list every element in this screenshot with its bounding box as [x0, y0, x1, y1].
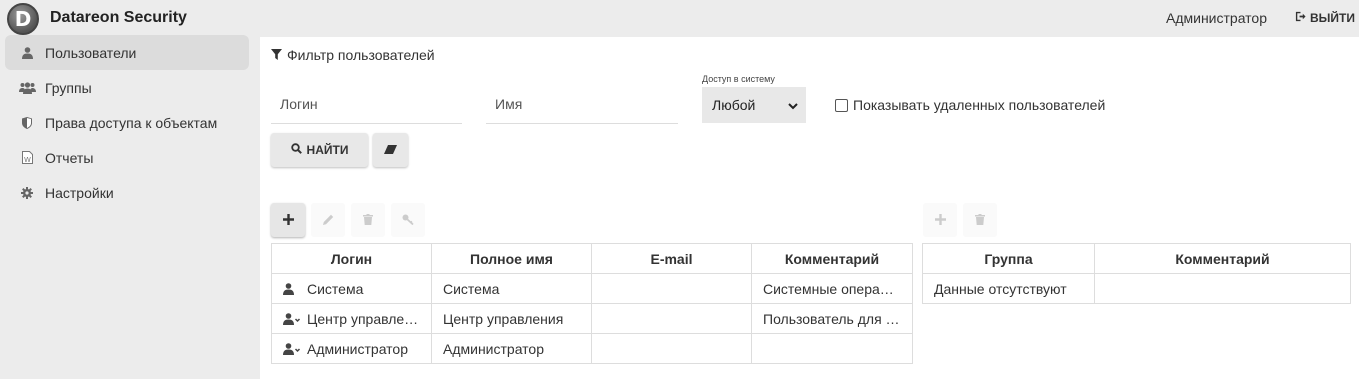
- access-select[interactable]: Любой: [702, 87, 806, 123]
- current-user[interactable]: Администратор: [1166, 10, 1267, 26]
- table-row: Данные отсутствуют: [922, 273, 1351, 304]
- chevron-down-icon: [788, 97, 798, 113]
- filter-icon: [271, 47, 282, 63]
- comment-cell[interactable]: Пользователь для …: [751, 303, 913, 334]
- sidebar-item-access-rights[interactable]: Права доступа к объектам: [5, 105, 249, 140]
- trash-icon: [363, 212, 373, 228]
- column-header-email[interactable]: E-mail: [591, 243, 752, 274]
- sidebar-item-groups[interactable]: Группы: [5, 70, 249, 105]
- login-input[interactable]: Логин: [271, 84, 462, 124]
- name-input[interactable]: Имя: [486, 84, 678, 124]
- add-user-button[interactable]: [271, 203, 305, 237]
- document-icon: W: [18, 151, 36, 164]
- logout-button[interactable]: ВЫЙТИ: [1295, 11, 1355, 25]
- top-bar: D Datareon Security Администратор ВЫЙТИ: [0, 0, 1359, 35]
- gear-icon: [18, 186, 36, 199]
- user-password-button[interactable]: [391, 203, 425, 237]
- sidebar: Пользователи Группы Права доступа к объе…: [0, 35, 258, 379]
- logout-label: ВЫЙТИ: [1310, 11, 1355, 25]
- comment-cell[interactable]: [751, 333, 913, 364]
- empty-cell: [1094, 273, 1351, 304]
- show-deleted-label: Показывать удаленных пользователей: [853, 97, 1106, 113]
- find-button[interactable]: НАЙТИ: [271, 133, 368, 167]
- table-row[interactable]: Центр управле… Центр управления Пользова…: [271, 303, 913, 334]
- user-icon: [283, 282, 301, 295]
- full-name-cell[interactable]: Центр управления: [431, 303, 592, 334]
- sidebar-item-label: Настройки: [45, 184, 114, 201]
- sidebar-item-label: Пользователи: [45, 44, 137, 61]
- comment-cell[interactable]: Системные операц…: [751, 273, 913, 304]
- filter-title: Фильтр пользователей: [271, 47, 435, 63]
- plus-icon: [934, 212, 946, 228]
- login-value: Администратор: [307, 340, 409, 357]
- remove-group-button[interactable]: [963, 203, 997, 237]
- email-cell[interactable]: [591, 273, 752, 304]
- column-header-comment[interactable]: Комментарий: [751, 243, 913, 274]
- logout-icon: [1295, 11, 1306, 25]
- table-row[interactable]: Система Система Системные операц…: [271, 273, 913, 304]
- sidebar-item-users[interactable]: Пользователи: [5, 35, 249, 70]
- empty-state-text: Данные отсутствуют: [922, 273, 1095, 304]
- plus-icon: [282, 212, 294, 228]
- main-panel: Фильтр пользователей Логин Имя Доступ в …: [260, 37, 1359, 379]
- edit-user-button[interactable]: [311, 203, 345, 237]
- email-cell[interactable]: [591, 333, 752, 364]
- login-cell[interactable]: Система: [271, 273, 432, 304]
- users-icon: [18, 81, 36, 94]
- sidebar-item-label: Отчеты: [45, 149, 94, 166]
- sidebar-item-reports[interactable]: W Отчеты: [5, 140, 249, 175]
- sidebar-item-settings[interactable]: Настройки: [5, 175, 249, 210]
- login-cell[interactable]: Центр управле…: [271, 303, 432, 334]
- groups-table: Группа Комментарий Данные отсутствуют: [922, 243, 1351, 304]
- find-button-label: НАЙТИ: [306, 143, 349, 157]
- full-name-cell[interactable]: Система: [431, 273, 592, 304]
- app-title: Datareon Security: [50, 9, 187, 26]
- user-expand-icon[interactable]: [283, 312, 301, 325]
- filter-title-label: Фильтр пользователей: [287, 47, 435, 63]
- login-value: Система: [307, 280, 364, 297]
- email-cell[interactable]: [591, 303, 752, 334]
- app-logo: D: [7, 3, 39, 35]
- full-name-cell[interactable]: Администратор: [431, 333, 592, 364]
- access-select-value: Любой: [712, 97, 756, 113]
- table-header-row: Группа Комментарий: [922, 243, 1351, 274]
- login-value: Центр управле…: [307, 310, 419, 327]
- user-expand-icon[interactable]: [283, 342, 301, 355]
- login-cell[interactable]: Администратор: [271, 333, 432, 364]
- column-header-full-name[interactable]: Полное имя: [431, 243, 592, 274]
- eraser-icon: [384, 143, 397, 157]
- column-header-group-comment[interactable]: Комментарий: [1094, 243, 1351, 274]
- pencil-icon: [322, 212, 334, 228]
- access-label: Доступ в систему: [702, 74, 775, 84]
- column-header-login[interactable]: Логин: [271, 243, 432, 274]
- user-icon: [18, 46, 36, 59]
- clear-filter-button[interactable]: [373, 133, 408, 167]
- table-header-row: Логин Полное имя E-mail Комментарий: [271, 243, 913, 274]
- sidebar-item-label: Права доступа к объектам: [45, 114, 218, 131]
- sidebar-item-label: Группы: [45, 79, 92, 96]
- shield-icon: [18, 116, 36, 129]
- add-group-button[interactable]: [923, 203, 957, 237]
- users-table: Логин Полное имя E-mail Комментарий Сист…: [271, 243, 913, 364]
- search-icon: [290, 143, 302, 157]
- column-header-group[interactable]: Группа: [922, 243, 1095, 274]
- delete-user-button[interactable]: [351, 203, 385, 237]
- table-row[interactable]: Администратор Администратор: [271, 333, 913, 364]
- trash-icon: [975, 212, 985, 228]
- key-icon: [402, 212, 414, 228]
- svg-text:W: W: [24, 156, 31, 164]
- show-deleted-option[interactable]: Показывать удаленных пользователей: [835, 97, 1105, 113]
- show-deleted-checkbox[interactable]: [835, 98, 848, 112]
